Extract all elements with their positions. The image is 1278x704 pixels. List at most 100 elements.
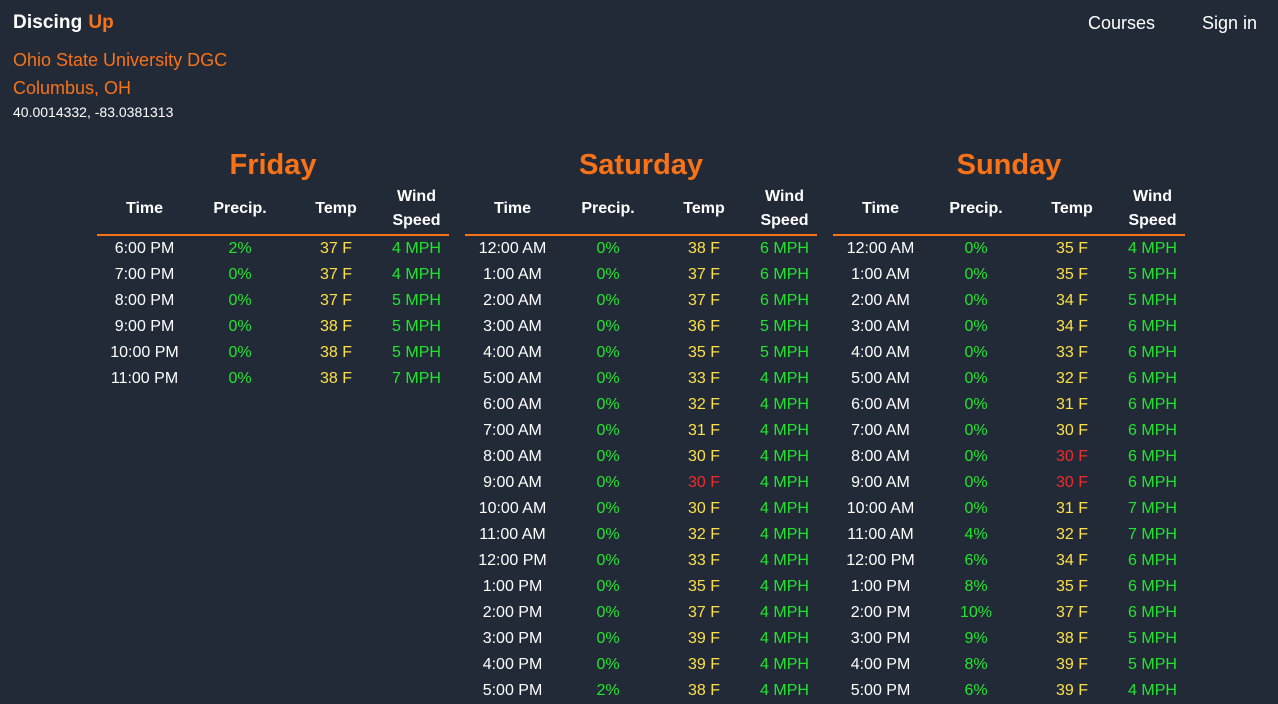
wind-header-line1: Wind [1133, 188, 1172, 205]
forecast-day-sunday: Sunday Time Precip. Temp Wind Speed 12:00… [833, 146, 1185, 704]
table-row: 4:00 PM 0% 39 F 4 MPH [465, 652, 817, 678]
wind-cell: 5 MPH [1128, 266, 1177, 283]
wind-column-header: Wind Speed [384, 184, 449, 236]
temp-cell: 39 F [1055, 682, 1088, 699]
time-cell: 10:00 AM [846, 500, 915, 517]
time-cell: 7:00 PM [114, 266, 175, 283]
table-row: 3:00 AM 0% 34 F 6 MPH [833, 314, 1185, 340]
temp-cell: 33 F [687, 552, 720, 569]
time-cell: 10:00 PM [110, 344, 179, 361]
time-cell: 5:00 PM [850, 682, 911, 699]
precip-cell: 8% [964, 578, 988, 595]
brand-logo[interactable]: Discing Up [13, 12, 114, 34]
table-row: 10:00 PM 0% 38 F 5 MPH [97, 340, 449, 366]
precip-cell: 0% [596, 422, 620, 439]
table-row: 8:00 PM 0% 37 F 5 MPH [97, 288, 449, 314]
precip-cell: 0% [964, 240, 988, 257]
temp-cell: 38 F [687, 682, 720, 699]
wind-cell: 4 MPH [392, 240, 441, 257]
temp-cell: 32 F [1055, 526, 1088, 543]
table-row: 2:00 AM 0% 37 F 6 MPH [465, 288, 817, 314]
forecast-rows: 12:00 AM 0% 35 F4 MPH 1:00 AM 0% 35 F5 MPH 2:0… [833, 235, 1185, 704]
precip-cell: 0% [596, 344, 620, 361]
nav-courses-link[interactable]: Courses [1088, 13, 1155, 34]
wind-cell: 5 MPH [760, 344, 809, 361]
temp-cell: 30 F [687, 474, 720, 491]
precip-cell: 0% [228, 292, 252, 309]
time-cell: 11:00 AM [479, 526, 546, 543]
temp-cell: 30 F [687, 448, 720, 465]
time-cell: 3:00 PM [850, 630, 911, 647]
wind-cell: 6 MPH [1128, 578, 1177, 595]
table-row: 7:00 AM 0% 30 F 6 MPH [833, 418, 1185, 444]
wind-cell: 6 MPH [1128, 552, 1177, 569]
wind-cell: 5 MPH [1128, 630, 1177, 647]
precip-cell: 0% [596, 474, 620, 491]
time-cell: 2:00 AM [483, 292, 542, 309]
precip-cell: 0% [596, 396, 620, 413]
forecast-day-saturday: Saturday Time Precip. Temp Wind Speed 12:… [465, 146, 817, 704]
wind-cell: 4 MPH [760, 682, 809, 699]
precip-cell: 0% [596, 500, 620, 517]
course-location: Columbus, OH [13, 78, 132, 98]
temp-cell: 33 F [1055, 344, 1088, 361]
table-row: 1:00 PM 0% 35 F 4 MPH [465, 574, 817, 600]
temp-cell: 38 F [687, 240, 720, 257]
temp-cell: 32 F [687, 526, 720, 543]
wind-header-line1: Wind [397, 188, 436, 205]
wind-header-line2: Speed [760, 212, 809, 229]
nav-sign-in-link[interactable]: Sign in [1202, 13, 1257, 34]
time-cell: 9:00 AM [483, 474, 542, 491]
table-row: 10:00 AM 0% 31 F 7 MPH [833, 496, 1185, 522]
time-cell: 6:00 AM [851, 396, 910, 413]
precip-cell: 0% [964, 396, 988, 413]
forecast-table: Time Precip. Temp Wind Speed 6:00 PM 2% 37 … [97, 184, 449, 392]
precip-cell: 0% [596, 578, 620, 595]
time-cell: 4:00 PM [482, 656, 543, 673]
table-row: 1:00 AM 0% 37 F 6 MPH [465, 262, 817, 288]
wind-cell: 6 MPH [760, 266, 809, 283]
precip-column-header: Precip. [560, 184, 656, 236]
wind-cell: 4 MPH [760, 396, 809, 413]
temp-cell: 38 F [1055, 630, 1088, 647]
wind-cell: 6 MPH [1128, 474, 1177, 491]
time-cell: 12:00 PM [478, 552, 547, 569]
day-title: Friday [229, 149, 317, 181]
day-title: Sunday [956, 149, 1062, 181]
wind-cell: 5 MPH [392, 292, 441, 309]
precip-cell: 0% [228, 318, 252, 335]
temp-cell: 35 F [1055, 266, 1088, 283]
time-cell: 4:00 AM [851, 344, 910, 361]
time-cell: 11:00 PM [110, 370, 179, 387]
wind-cell: 4 MPH [760, 370, 809, 387]
precip-cell: 2% [228, 240, 252, 257]
table-header-row: Time Precip. Temp Wind Speed [465, 184, 817, 236]
wind-header-line1: Wind [765, 188, 804, 205]
table-row: 1:00 AM 0% 35 F 5 MPH [833, 262, 1185, 288]
precip-column-header: Precip. [928, 184, 1024, 236]
temp-cell: 37 F [319, 240, 352, 257]
precip-cell: 0% [596, 266, 620, 283]
time-cell: 6:00 AM [483, 396, 542, 413]
temp-cell: 35 F [1055, 578, 1088, 595]
table-row: 2:00 PM 0% 37 F 4 MPH [465, 600, 817, 626]
time-column-header: Time [465, 184, 560, 236]
table-row: 5:00 PM 6% 39 F 4 MPH [833, 678, 1185, 704]
wind-cell: 4 MPH [760, 630, 809, 647]
wind-cell: 4 MPH [760, 552, 809, 569]
wind-cell: 7 MPH [1128, 526, 1177, 543]
wind-cell: 6 MPH [760, 240, 809, 257]
precip-cell: 0% [228, 266, 252, 283]
forecast-rows: 6:00 PM 2% 37 F 4 MPH 7:00 PM 0% 37 F 4 MPH 8:00… [97, 235, 449, 392]
table-row: 8:00 AM 0% 30 F 6 MPH [833, 444, 1185, 470]
time-cell: 12:00 AM [478, 240, 547, 257]
wind-cell: 7 MPH [1128, 500, 1177, 517]
wind-cell: 4 MPH [760, 448, 809, 465]
brand-first-word: Discing [13, 12, 83, 33]
wind-cell: 4 MPH [392, 266, 441, 283]
time-cell: 9:00 AM [851, 474, 910, 491]
temp-cell: 37 F [319, 266, 352, 283]
table-row: 8:00 AM 0% 30 F 4 MPH [465, 444, 817, 470]
temp-cell: 34 F [1055, 318, 1088, 335]
precip-cell: 0% [596, 370, 620, 387]
